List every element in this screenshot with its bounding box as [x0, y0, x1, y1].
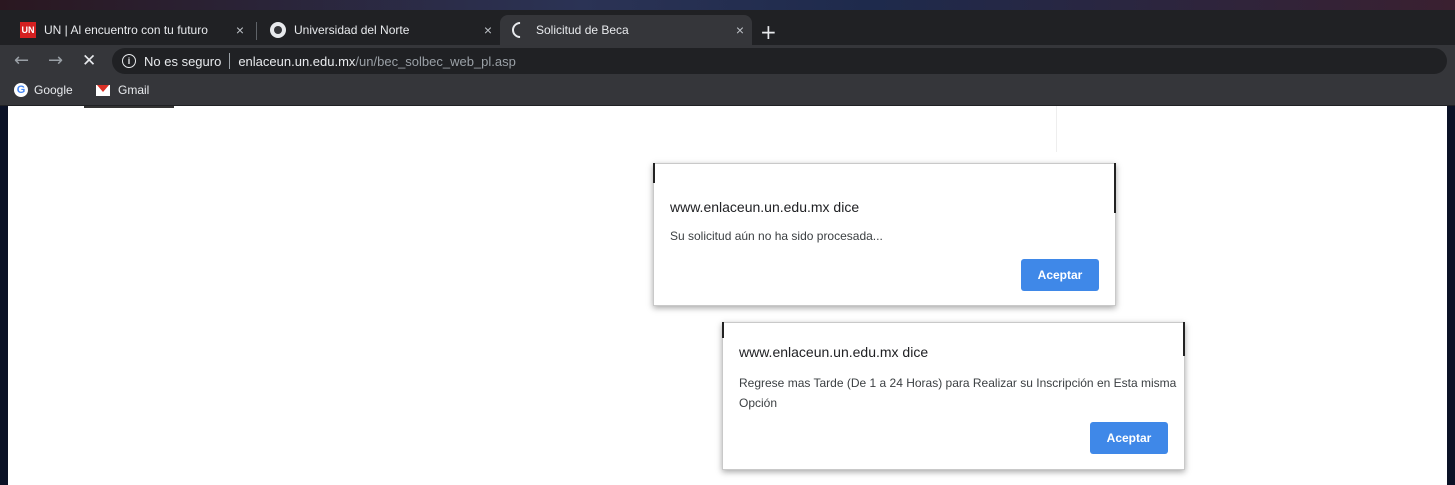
page-fragment [84, 106, 174, 108]
tab-universidad-del-norte[interactable]: Universidad del Norte × [258, 15, 500, 45]
tab-title: Solicitud de Beca [536, 23, 629, 37]
tab-separator [256, 22, 257, 40]
tab-title: UN | Al encuentro con tu futuro [44, 23, 208, 37]
close-tab-icon[interactable]: × [728, 22, 752, 38]
gmail-icon [96, 84, 110, 96]
dialog-edge [722, 322, 724, 338]
close-tab-icon[interactable]: × [476, 22, 500, 38]
page-divider [1056, 106, 1057, 152]
forward-button[interactable]: → [48, 50, 63, 72]
accept-button[interactable]: Aceptar [1090, 422, 1168, 454]
tab-title: Universidad del Norte [294, 23, 410, 37]
stop-loading-button[interactable]: ✕ [82, 50, 96, 72]
dialog-edge [653, 163, 655, 183]
close-tab-icon[interactable]: × [228, 22, 252, 38]
dialog-edge [1183, 322, 1185, 356]
tab-un-home[interactable]: UN UN | Al encuentro con tu futuro × [8, 15, 252, 45]
bookmark-google[interactable]: G Google [14, 83, 73, 97]
new-tab-button[interactable]: + [760, 22, 777, 42]
bookmark-gmail[interactable]: Gmail [96, 83, 149, 97]
dialog-message: Regrese mas Tarde (De 1 a 24 Horas) para… [739, 376, 1177, 410]
tab-solicitud-de-beca[interactable]: Solicitud de Beca × [500, 15, 752, 45]
url-host: enlaceun.un.edu.mx [238, 53, 356, 69]
globe-icon [270, 22, 286, 38]
accept-button[interactable]: Aceptar [1021, 259, 1099, 291]
browser-toolbar: ← → ✕ i No es seguro enlaceun.un.edu.mx … [0, 45, 1455, 77]
bookmarks-bar: G Google Gmail [0, 77, 1455, 106]
url-divider [229, 53, 231, 69]
dialog-origin: www.enlaceun.un.edu.mx dice [739, 344, 929, 360]
info-icon[interactable]: i [122, 54, 136, 68]
address-bar[interactable]: i No es seguro enlaceun.un.edu.mx /un/be… [112, 48, 1447, 74]
back-button[interactable]: ← [14, 50, 29, 72]
bookmark-label: Google [34, 83, 73, 97]
google-icon: G [14, 83, 28, 97]
dialog-origin: www.enlaceun.un.edu.mx dice [670, 199, 860, 215]
security-status[interactable]: No es seguro [144, 54, 221, 69]
dialog-edge [1114, 163, 1116, 213]
dialog-message: Su solicitud aún no ha sido procesada... [670, 229, 883, 243]
bookmark-label: Gmail [118, 83, 150, 97]
loading-spinner-icon [508, 18, 532, 42]
alert-dialog-1: www.enlaceun.un.edu.mx dice Su solicitud… [653, 163, 1116, 306]
desktop-wallpaper [0, 0, 1455, 10]
university-red-icon: UN [20, 22, 36, 38]
tab-bar: UN UN | Al encuentro con tu futuro × Uni… [0, 10, 1455, 45]
alert-dialog-2: www.enlaceun.un.edu.mx dice Regrese mas … [722, 322, 1185, 470]
url-path: /un/bec_solbec_web_pl.asp [355, 53, 516, 69]
